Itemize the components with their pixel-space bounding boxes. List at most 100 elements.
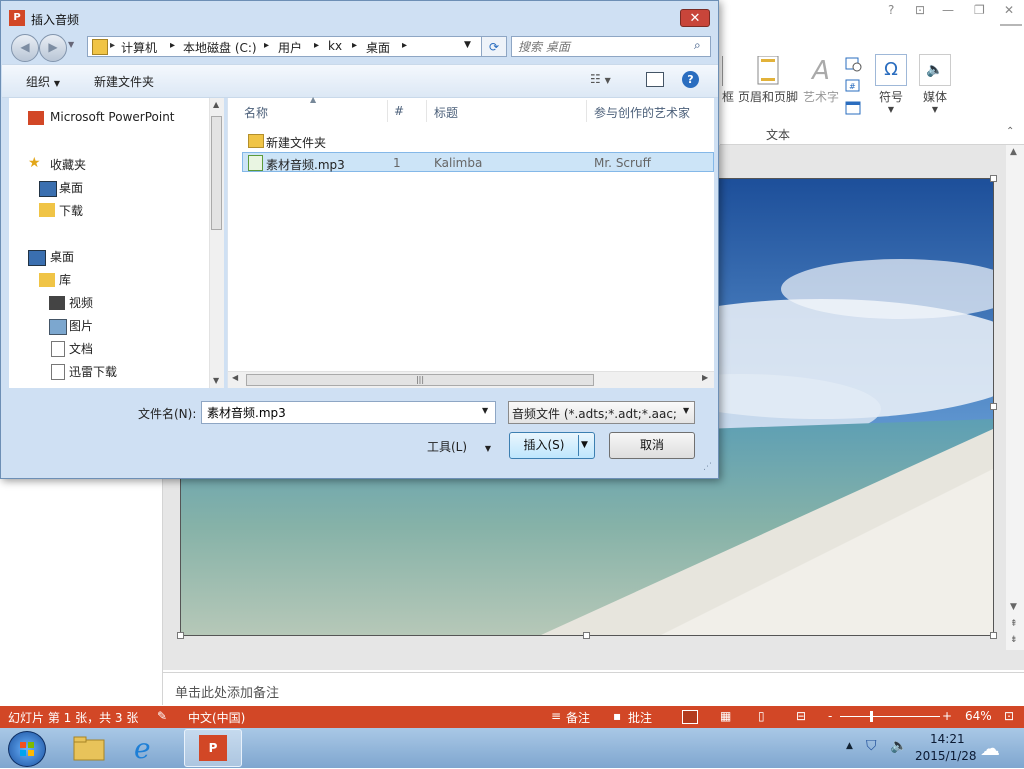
nav-item-pictures[interactable]: 图片 [69, 317, 93, 334]
scroll-down-icon[interactable]: ▼ [213, 376, 219, 385]
breadcrumb-drive[interactable]: 本地磁盘 (C:) [183, 39, 257, 56]
nav-item-videos[interactable]: 视频 [69, 294, 93, 311]
minimize-button[interactable]: — [942, 3, 954, 17]
breadcrumb-kx[interactable]: kx [328, 39, 342, 53]
clock-time[interactable]: 14:21 [930, 732, 965, 746]
breadcrumb-separator-icon[interactable]: ▸ [314, 40, 319, 51]
search-box[interactable]: ⌕ [511, 36, 711, 57]
forward-arrow-icon[interactable]: ▶ [39, 34, 67, 62]
help-button[interactable]: ? [888, 3, 894, 17]
file-row-folder[interactable]: 新建文件夹 [242, 131, 714, 151]
powerpoint-taskbar-button[interactable]: P [184, 729, 242, 767]
scroll-down-icon[interactable]: ▼ [1010, 602, 1017, 612]
notes-toggle-icon[interactable]: ≡ [551, 709, 561, 723]
column-divider[interactable] [426, 100, 427, 122]
address-dropdown-icon[interactable]: ▼ [464, 40, 471, 50]
header-footer-button[interactable]: 页眉和页脚 [738, 56, 798, 105]
next-slide-icon[interactable]: ⇟ [1010, 635, 1018, 645]
scroll-up-icon[interactable]: ▲ [1010, 147, 1017, 157]
nav-item-thunder[interactable]: 迅雷下载 [69, 363, 117, 380]
wordart-button[interactable]: A 艺术字 [802, 56, 840, 105]
filename-input[interactable] [205, 404, 469, 420]
vertical-scrollbar[interactable]: ▲ ▼ ⇞ ⇟ [1006, 145, 1024, 650]
maximize-button[interactable]: ❐ [974, 3, 985, 17]
file-row-audio[interactable]: 素材音频.mp3 1 Kalimba Mr. Scruff [242, 152, 714, 172]
tray-expand-icon[interactable]: ▲ [846, 741, 853, 751]
breadcrumb-users[interactable]: 用户 [278, 39, 302, 56]
media-button[interactable]: 🔈 媒体 ▼ [918, 54, 952, 114]
nav-item-fav-downloads[interactable]: 下载 [59, 202, 83, 219]
security-shield-icon[interactable]: ⛉ [866, 738, 877, 754]
resize-handle[interactable] [990, 403, 997, 410]
slide-number-icon[interactable]: # [844, 78, 862, 94]
collapse-ribbon-icon[interactable]: ⌃ [1006, 126, 1014, 137]
resize-handle[interactable] [990, 175, 997, 182]
dialog-close-button[interactable]: ✕ [680, 9, 710, 27]
scroll-up-icon[interactable]: ▲ [213, 100, 219, 109]
nav-item-documents[interactable]: 文档 [69, 340, 93, 357]
breadcrumb-desktop[interactable]: 桌面 [366, 39, 390, 56]
resize-handle[interactable] [583, 632, 590, 639]
zoom-in-button[interactable]: + [942, 709, 952, 723]
filename-combobox[interactable]: ▼ [201, 401, 496, 424]
reading-view-icon[interactable]: ▯ [758, 709, 765, 723]
column-header-name[interactable]: 名称 [244, 104, 268, 121]
textbox-button[interactable]: 框 [722, 56, 734, 105]
close-button[interactable]: ✕ [1004, 3, 1014, 17]
back-arrow-icon[interactable]: ◀ [11, 34, 39, 62]
insert-options-chevron-icon[interactable]: ▼ [581, 433, 588, 458]
preview-pane-icon[interactable] [646, 72, 664, 87]
notes-pane[interactable]: 单击此处添加备注 [163, 672, 1024, 707]
language-indicator[interactable]: 中文(中国) [188, 709, 245, 726]
breadcrumb-separator-icon[interactable]: ▸ [264, 40, 269, 51]
address-bar[interactable]: ▸ 计算机 ▸ 本地磁盘 (C:) ▸ 用户 ▸ kx ▸ 桌面 ▸ ▼ [87, 36, 505, 57]
column-divider[interactable] [586, 100, 587, 122]
explorer-taskbar-button[interactable] [72, 734, 106, 762]
start-button[interactable] [8, 731, 46, 767]
breadcrumb-separator-icon[interactable]: ▸ [170, 40, 175, 51]
slide-sorter-icon[interactable]: ▦ [720, 709, 731, 723]
zoom-out-button[interactable]: - [828, 709, 832, 723]
column-header-title[interactable]: 标题 [434, 104, 458, 121]
volume-icon[interactable]: 🔈 [890, 738, 907, 754]
comments-toggle-label[interactable]: 批注 [628, 709, 652, 726]
nav-item-desktop[interactable]: 桌面 [50, 248, 74, 265]
resize-handle[interactable] [177, 632, 184, 639]
zoom-level[interactable]: 64% [965, 709, 992, 723]
clock-date[interactable]: 2015/1/28 [915, 749, 977, 763]
nav-item-favorites[interactable]: 收藏夹 [50, 156, 86, 173]
datetime-icon[interactable] [844, 56, 862, 72]
breadcrumb-separator-icon[interactable]: ▸ [352, 40, 357, 51]
notes-placeholder[interactable]: 单击此处添加备注 [175, 682, 279, 701]
nav-scrollbar[interactable]: ▲ ▼ [209, 98, 224, 388]
fit-slide-icon[interactable]: ⊡ [1004, 709, 1014, 723]
chevron-down-icon[interactable]: ▼ [482, 406, 488, 415]
slideshow-icon[interactable]: ⊟ [796, 709, 806, 723]
help-icon[interactable]: ? [682, 71, 699, 88]
symbol-button[interactable]: Ω 符号 ▼ [873, 54, 909, 114]
filetype-select[interactable]: 音频文件 (*.adts;*.adt;*.aac;*.a ▼ [508, 401, 695, 424]
comment-icon[interactable]: ▪ [613, 709, 621, 723]
column-header-number[interactable]: # [394, 104, 404, 118]
cloud-icon[interactable]: ☁ [980, 736, 1000, 760]
horizontal-scrollbar[interactable]: ◀ ||| ▶ [228, 371, 714, 388]
tools-button[interactable]: 工具(L) ▼ [427, 438, 491, 455]
column-header-artist[interactable]: 参与创作的艺术家 [594, 104, 690, 121]
search-icon[interactable]: ⌕ [694, 38, 701, 53]
scroll-left-icon[interactable]: ◀ [232, 373, 238, 382]
nav-item-fav-desktop[interactable]: 桌面 [59, 179, 83, 196]
zoom-slider-thumb[interactable] [870, 711, 873, 722]
breadcrumb-computer[interactable]: 计算机 [121, 39, 157, 56]
ribbon-display-button[interactable]: ⊡ [915, 3, 925, 17]
refresh-icon[interactable]: ⟳ [481, 36, 507, 57]
new-folder-button[interactable]: 新建文件夹 [94, 73, 154, 90]
scroll-right-icon[interactable]: ▶ [702, 373, 708, 382]
insert-button[interactable]: 插入(S) ▼ [509, 432, 595, 459]
view-options-icon[interactable]: ☷ ▼ [590, 72, 611, 86]
normal-view-icon[interactable] [682, 710, 698, 724]
zoom-slider[interactable] [840, 711, 940, 722]
nav-item-libraries[interactable]: 库 [59, 271, 71, 288]
search-input[interactable] [516, 39, 690, 55]
prev-slide-icon[interactable]: ⇞ [1010, 619, 1018, 629]
ie-taskbar-button[interactable]: e [134, 732, 168, 765]
